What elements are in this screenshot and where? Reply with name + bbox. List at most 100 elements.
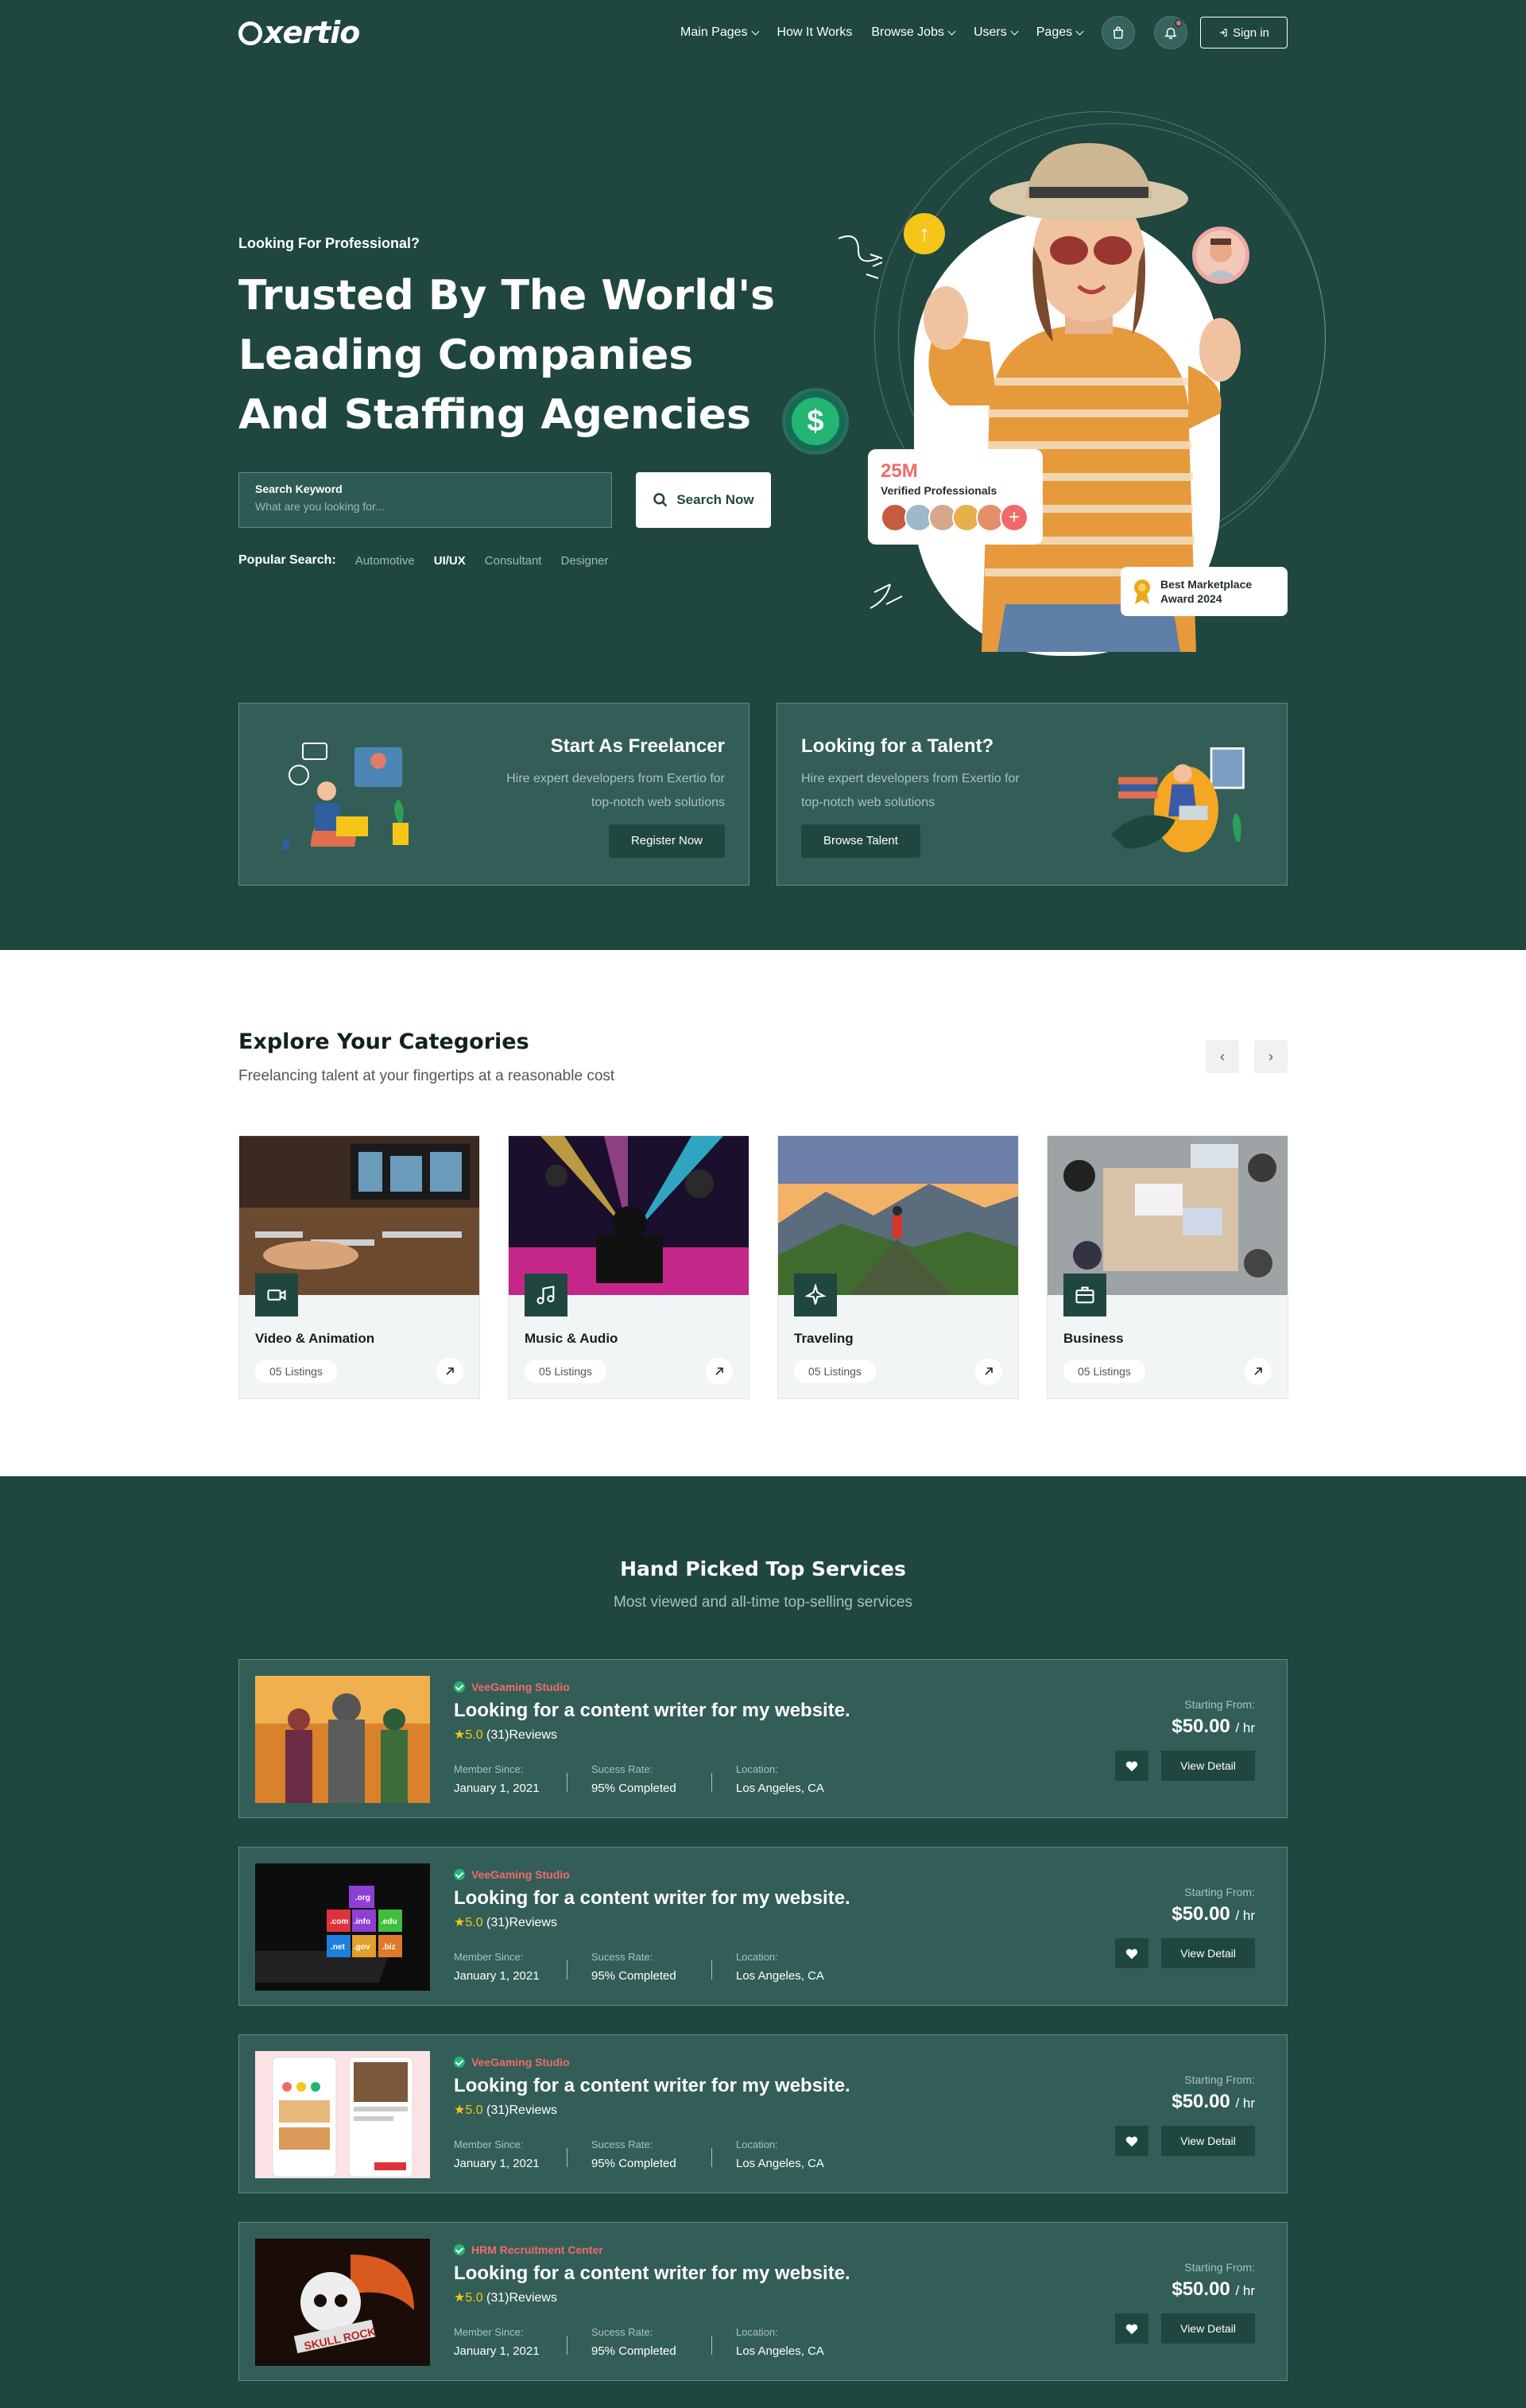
nav-how-it-works[interactable]: How It Works — [777, 25, 853, 40]
service-card[interactable]: VeeGaming Studio Looking for a content w… — [238, 2034, 1288, 2193]
category-card-music[interactable]: Music & Audio 05 Listings — [508, 1135, 749, 1399]
studio-name[interactable]: VeeGaming Studio — [471, 1868, 570, 1881]
favorite-button[interactable] — [1115, 2126, 1148, 2156]
service-price: $50.00 / hr — [1172, 1903, 1255, 1925]
meta-label: Member Since: — [454, 2326, 524, 2338]
meta-value: January 1, 2021 — [454, 1782, 540, 1795]
search-icon — [653, 493, 668, 507]
arrow-up-badge-icon: ↑ — [904, 213, 945, 254]
view-detail-button[interactable]: View Detail — [1161, 2313, 1255, 2344]
member-since: Member Since: January 1, 2021 — [454, 1951, 540, 1983]
category-listing-count: 05 Listings — [525, 1359, 606, 1383]
service-rating: ★5.0 (31)Reviews — [454, 2290, 557, 2305]
nav-users[interactable]: Users — [974, 25, 1019, 40]
view-detail-button[interactable]: View Detail — [1161, 2126, 1255, 2156]
service-title[interactable]: Looking for a content writer for my webs… — [454, 1887, 850, 1910]
popular-tag-designer[interactable]: Designer — [560, 554, 608, 568]
category-image — [1048, 1136, 1288, 1295]
studio-name[interactable]: HRM Recruitment Center — [471, 2243, 603, 2256]
popular-tag-automotive[interactable]: Automotive — [355, 554, 415, 568]
star-icon: ★ — [454, 2104, 466, 2117]
category-open-button[interactable] — [1245, 1358, 1272, 1385]
nav-label: Main Pages — [680, 25, 748, 39]
service-title[interactable]: Looking for a content writer for my webs… — [454, 2075, 850, 2097]
review-count: (31)Reviews — [486, 2291, 557, 2305]
search-input[interactable] — [255, 500, 595, 513]
arrow-up-right-icon — [1254, 1367, 1262, 1375]
meta-value: 95% Completed — [591, 2157, 676, 2170]
sign-in-button[interactable]: Sign in — [1200, 17, 1288, 48]
popular-tag-consultant[interactable]: Consultant — [485, 554, 542, 568]
meta-divider — [711, 1773, 712, 1792]
category-card-business[interactable]: Business 05 Listings — [1047, 1135, 1288, 1399]
service-thumbnail — [255, 2051, 430, 2178]
award-line: Best Marketplace — [1160, 578, 1253, 591]
brand-logo[interactable]: xertio — [238, 15, 360, 50]
meta-value: Los Angeles, CA — [736, 1969, 824, 1983]
studio-mixer-image — [239, 1136, 479, 1295]
verified-check-icon — [454, 2057, 465, 2068]
category-name: Music & Audio — [525, 1331, 618, 1346]
price-value: $50.00 — [1172, 1903, 1230, 1925]
popular-searches: Popular Search: Automotive UI/UX Consult… — [238, 553, 795, 568]
service-title[interactable]: Looking for a content writer for my webs… — [454, 2263, 850, 2285]
star-icon: ★ — [454, 1728, 466, 1742]
carousel-prev-button[interactable]: ‹ — [1206, 1040, 1239, 1073]
register-now-button[interactable]: Register Now — [608, 824, 725, 858]
award-text: Best Marketplace Award 2024 — [1160, 577, 1252, 606]
meta-label: Location: — [736, 2326, 778, 2338]
favorite-button[interactable] — [1115, 1938, 1148, 1968]
promo-desc-line: Hire expert developers from Exertio for — [801, 772, 1020, 785]
arrow-up-right-icon — [715, 1367, 723, 1375]
browse-talent-button[interactable]: Browse Talent — [801, 824, 920, 858]
nav-pages[interactable]: Pages — [1036, 25, 1084, 40]
meta-value: 95% Completed — [591, 1969, 676, 1983]
category-open-button[interactable] — [706, 1358, 733, 1385]
favorite-button[interactable] — [1115, 2313, 1148, 2344]
service-card[interactable]: .org .com .info .edu .net .gov .biz VeeGaming… — [238, 1847, 1288, 2006]
price-unit: / hr — [1235, 1720, 1255, 1735]
meta-value: Los Angeles, CA — [736, 2344, 824, 2358]
chevron-right-icon: › — [1268, 1048, 1273, 1064]
mountain-hiker-image — [778, 1136, 1018, 1295]
cart-button[interactable] — [1102, 16, 1136, 49]
service-studio: VeeGaming Studio — [454, 1868, 570, 1881]
service-title[interactable]: Looking for a content writer for my webs… — [454, 1700, 850, 1722]
location: Location: Los Angeles, CA — [736, 2326, 824, 2358]
meta-value: January 1, 2021 — [454, 2157, 540, 2170]
nav-label: Pages — [1036, 25, 1073, 39]
studio-name[interactable]: VeeGaming Studio — [471, 2056, 570, 2069]
verified-professionals-card: 25M Verified Professionals + — [868, 449, 1043, 545]
nav-main-pages[interactable]: Main Pages — [680, 25, 759, 40]
service-rating: ★5.0 (31)Reviews — [454, 2102, 557, 2118]
award-badge: Best Marketplace Award 2024 — [1121, 567, 1288, 616]
category-open-button[interactable] — [975, 1358, 1002, 1385]
heart-icon — [1125, 2324, 1138, 2335]
meta-divider — [711, 1960, 712, 1980]
service-thumbnail: .org .com .info .edu .net .gov .biz — [255, 1863, 430, 1991]
view-detail-button[interactable]: View Detail — [1161, 1938, 1255, 1968]
search-now-button[interactable]: Search Now — [636, 472, 771, 528]
category-card-video[interactable]: Video & Animation 05 Listings — [238, 1135, 480, 1399]
carousel-next-button[interactable]: › — [1254, 1040, 1288, 1073]
search-field[interactable]: Search Keyword — [238, 472, 612, 528]
categories-section: Explore Your Categories Freelancing tale… — [0, 950, 1526, 1476]
top-navbar: xertio Main Pages How It Works Browse Jo… — [238, 15, 1288, 50]
studio-name[interactable]: VeeGaming Studio — [471, 1681, 570, 1693]
price-value: $50.00 — [1172, 2278, 1230, 2300]
category-card-traveling[interactable]: Traveling 05 Listings — [777, 1135, 1019, 1399]
talent-promo-text: Looking for a Talent? Hire expert develo… — [801, 735, 1071, 858]
favorite-button[interactable] — [1115, 1751, 1148, 1781]
category-open-button[interactable] — [436, 1358, 463, 1385]
nav-browse-jobs[interactable]: Browse Jobs — [871, 25, 956, 40]
popular-tag-uiux[interactable]: UI/UX — [434, 554, 466, 568]
view-detail-button[interactable]: View Detail — [1161, 1751, 1255, 1781]
price-unit: / hr — [1235, 2096, 1255, 2111]
meta-value: January 1, 2021 — [454, 1969, 540, 1983]
star-icon: ★ — [454, 1916, 466, 1929]
notifications-button[interactable] — [1154, 16, 1188, 49]
meta-value: January 1, 2021 — [454, 2344, 540, 2358]
service-card[interactable]: VeeGaming Studio Looking for a content w… — [238, 1659, 1288, 1818]
service-card[interactable]: SKULL ROCK HRM Recruitment Center Lookin… — [238, 2222, 1288, 2381]
price-value: $50.00 — [1172, 2091, 1230, 2112]
